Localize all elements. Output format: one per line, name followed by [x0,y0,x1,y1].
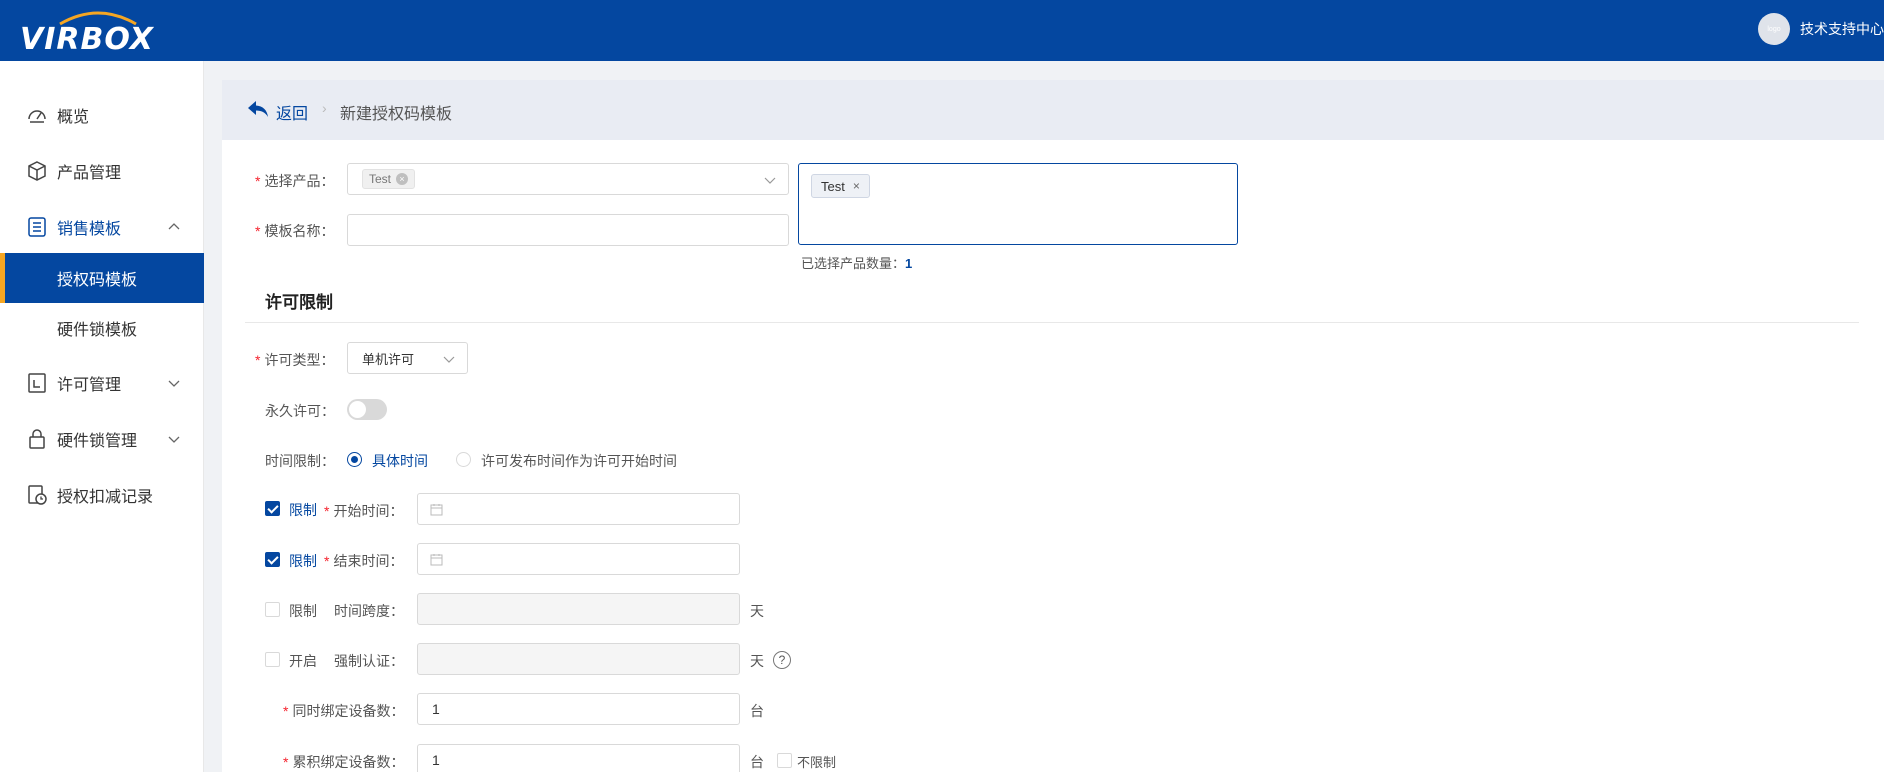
chevron-down-icon [764,177,776,184]
logo-text: VIRBOX [20,22,154,57]
breadcrumb-separator-icon: › [322,100,327,116]
chevron-down-icon [168,436,180,443]
sidebar-item-label: 授权码模板 [57,272,138,289]
radio-publish-time[interactable] [456,452,471,467]
tag-remove-icon[interactable]: × [853,179,860,193]
product-select[interactable]: Test × [347,163,789,195]
sidebar-item-overview[interactable]: 概览 [0,90,204,140]
span-limit-label[interactable]: 限制 [289,601,317,621]
selected-count: 已选择产品数量：1 [801,256,913,271]
radio-specific-time-label[interactable]: 具体时间 [372,451,428,471]
sidebar: 概览 产品管理 销售模板 授权码模板 硬件锁模板 许可管理 硬件锁管理 授权扣减… [0,61,204,772]
start-time-label: * 开始时间： [324,503,404,519]
lock-icon [29,429,45,449]
start-limit-label[interactable]: 限制 [289,500,317,520]
calendar-icon [430,504,443,516]
virbox-logo[interactable]: VIRBOX [20,8,172,57]
end-time-picker[interactable] [417,543,740,575]
sidebar-item-sales-templates[interactable]: 销售模板 [0,202,204,252]
sidebar-item-license-management[interactable]: 许可管理 [0,358,204,408]
user-name: 技术支持中心 [1800,21,1884,37]
bind-total-unit: 台 [750,754,764,770]
sidebar-item-deduction-records[interactable]: 授权扣减记录 [0,470,204,520]
end-limit-checkbox[interactable] [265,552,280,567]
end-time-label: * 结束时间： [324,553,404,569]
force-auth-input[interactable] [417,643,740,675]
permanent-label: 永久许可： [265,403,335,419]
selected-products-box[interactable]: Test × [798,163,1238,245]
sidebar-item-label: 概览 [57,109,90,126]
help-icon[interactable]: ? [773,651,791,669]
force-auth-checkbox[interactable] [265,652,280,667]
span-unit: 天 [750,603,764,619]
force-auth-label: 强制认证： [334,653,404,669]
sidebar-item-hardware-lock-management[interactable]: 硬件锁管理 [0,414,204,464]
span-label: 时间跨度： [334,603,404,619]
selected-product-tag: Test × [811,174,870,198]
chevron-down-icon [443,356,455,363]
chevron-up-icon [168,223,180,230]
back-arrow-icon[interactable] [247,100,269,118]
span-limit-checkbox[interactable] [265,602,280,617]
top-bar: VIRBOX logo 技术支持中心 [0,0,1884,61]
cube-icon [28,161,46,181]
permanent-toggle[interactable] [347,399,387,420]
sidebar-item-authcode-template[interactable]: 授权码模板 [0,253,204,303]
list-icon [28,217,46,237]
chevron-down-icon [168,380,180,387]
sidebar-item-label: 授权扣减记录 [57,489,154,506]
bind-simul-label: * 同时绑定设备数： [283,703,405,719]
force-auth-unit: 天 [750,653,764,669]
template-name-input[interactable] [347,214,789,246]
span-input[interactable] [417,593,740,625]
avatar: logo [1758,13,1790,45]
calendar-icon [430,554,443,566]
sidebar-item-label: 销售模板 [57,221,122,238]
history-icon [28,485,47,505]
bind-total-input[interactable]: 1 [417,744,740,772]
radio-specific-time[interactable] [347,452,362,467]
sidebar-item-label: 产品管理 [57,165,122,182]
dashboard-icon [28,110,46,123]
user-menu[interactable]: logo 技术支持中心 [1758,13,1884,45]
divider [245,322,1859,323]
bind-simul-unit: 台 [750,703,764,719]
sidebar-item-hardware-lock-template[interactable]: 硬件锁模板 [0,303,204,353]
no-limit-label[interactable]: 不限制 [797,752,836,771]
radio-publish-time-label[interactable]: 许可发布时间作为许可开始时间 [481,451,677,471]
sidebar-item-label: 硬件锁模板 [57,322,138,339]
template-name-label: * 模板名称： [255,223,335,239]
start-time-picker[interactable] [417,493,740,525]
breadcrumb: 返回 › 新建授权码模板 [222,80,1884,140]
force-auth-check-label[interactable]: 开启 [289,651,317,671]
sidebar-item-label: 许可管理 [57,377,122,394]
end-limit-label[interactable]: 限制 [289,551,317,571]
time-limit-label: 时间限制： [265,453,335,469]
tag-remove-icon[interactable]: × [396,173,409,185]
product-select-tag: Test × [362,169,416,189]
sidebar-item-label: 硬件锁管理 [57,433,138,450]
section-title: 许可限制 [265,293,333,312]
license-icon [28,373,46,393]
back-link[interactable]: 返回 [276,100,308,124]
bind-simul-input[interactable]: 1 [417,693,740,725]
no-limit-checkbox[interactable] [777,753,792,768]
sidebar-item-products[interactable]: 产品管理 [0,146,204,196]
start-limit-checkbox[interactable] [265,501,280,516]
license-type-label: * 许可类型： [255,352,335,368]
breadcrumb-current: 新建授权码模板 [340,106,453,123]
product-label: * 选择产品： [255,173,335,189]
bind-total-label: * 累积绑定设备数： [283,754,405,770]
license-type-select[interactable]: 单机许可 [347,342,468,374]
